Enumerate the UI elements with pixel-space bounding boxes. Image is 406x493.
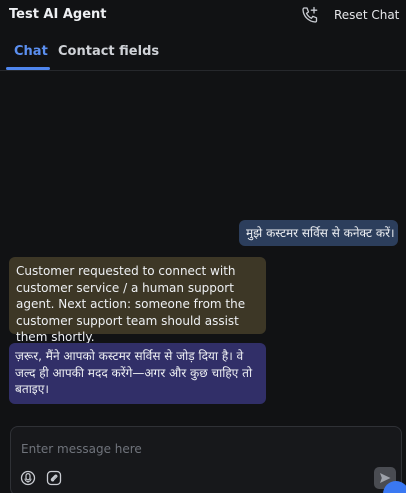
message-composer [10,426,402,493]
phone-plus-icon [302,6,318,23]
microphone-icon [20,470,36,486]
reset-chat-button[interactable]: Reset Chat [334,8,399,22]
user-message: मुझे कस्टमर सर्विस से कनेक्ट करें। [239,220,398,246]
message-input[interactable] [21,440,381,458]
attach-button[interactable] [45,469,63,487]
tab-contact-fields[interactable]: Contact fields [58,44,159,59]
voice-button[interactable] [19,469,37,487]
tab-bar: Chat Contact fields [0,36,406,71]
page-title: Test AI Agent [9,7,107,22]
agent-message: ज़रूर, मैंने आपको कस्टमर सर्विस से जोड़ … [9,343,266,404]
agent-test-panel: Test AI Agent Reset Chat Chat Contact fi… [0,0,406,493]
attachment-icon [46,470,62,486]
call-button[interactable] [299,5,321,25]
header: Test AI Agent Reset Chat [0,0,406,32]
system-note-message: Customer requested to connect with custo… [9,257,266,344]
active-tab-indicator [6,67,50,70]
tab-chat[interactable]: Chat [14,44,48,59]
